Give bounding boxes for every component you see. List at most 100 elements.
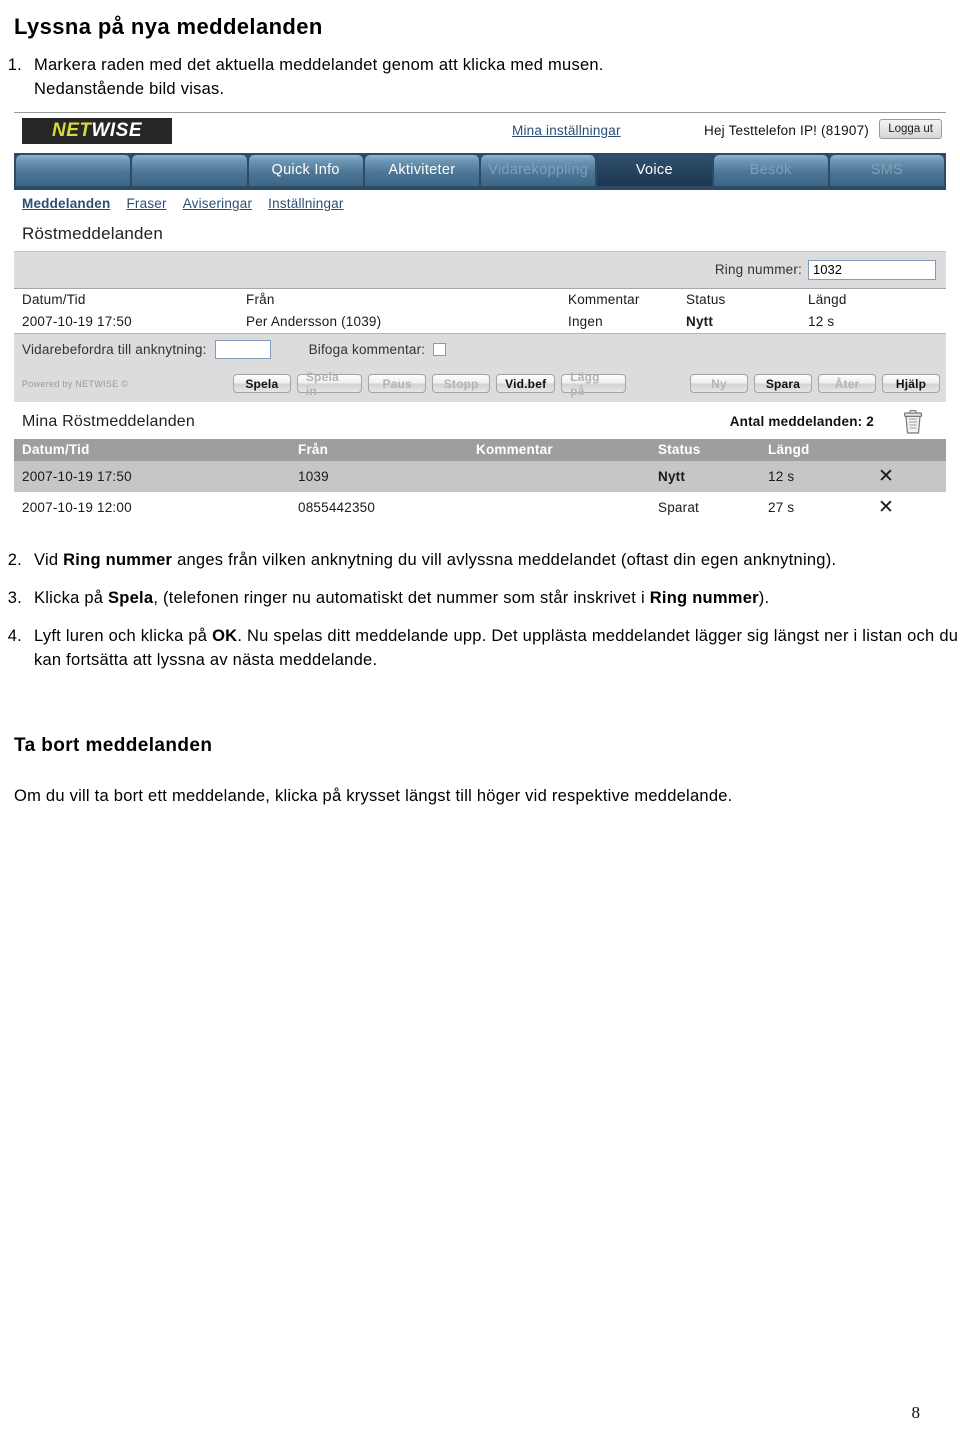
cell-datum: 2007-10-19 12:00 — [22, 499, 132, 515]
powered-by-text: Powered by NETWISE © — [22, 378, 129, 389]
step-number: 2. — [7, 550, 22, 569]
list-item-step-4: 4. Lyft luren och klicka på OK. Nu spela… — [0, 625, 960, 673]
step1-line1: Markera raden med det aktuella meddeland… — [34, 56, 604, 74]
list-item-step-1: 1. Markera raden med det aktuella meddel… — [0, 54, 960, 102]
cell-kommentar: Ingen — [568, 314, 603, 330]
attach-comment-checkbox[interactable] — [433, 343, 447, 357]
section-heading-ta-bort: Ta bort meddelanden — [14, 734, 213, 756]
document-page: Lyssna på nya meddelanden 1. Markera rad… — [0, 8, 960, 1422]
cell-fran: Per Andersson (1039) — [246, 314, 382, 330]
step-list-1: 1. Markera raden med det aktuella meddel… — [0, 54, 960, 102]
step-text: Lyft luren och klicka på OK. Nu spelas d… — [34, 625, 960, 673]
col-header-kommentar: Kommentar — [568, 292, 640, 308]
step4-bold: OK — [212, 626, 238, 645]
page-number: 8 — [911, 1403, 921, 1422]
cell-langd: 27 s — [768, 499, 795, 515]
my-messages-header-row: Datum/Tid Från Kommentar Status Längd — [14, 438, 946, 461]
ring-number-row: Ring nummer: — [14, 251, 946, 288]
stopp-button: Stopp — [432, 374, 491, 394]
step2-pre: Vid — [34, 550, 64, 569]
cell-datum: 2007-10-19 17:50 — [22, 314, 132, 330]
tab-quick-info[interactable]: Quick Info — [248, 154, 363, 186]
col-header-status: Status — [686, 292, 726, 308]
subnav-item-aviseringar[interactable]: Aviseringar — [183, 196, 252, 211]
cell-fran: 0855442350 — [298, 499, 376, 515]
cell-status: Nytt — [658, 468, 686, 484]
col-header-datum: Datum/Tid — [22, 292, 86, 308]
table-row[interactable]: 2007-10-19 17:50 1039 Nytt 12 s ✕ — [14, 460, 946, 492]
voicemail-panel: Ring nummer: Datum/Tid Från Kommentar St… — [14, 250, 946, 402]
step2-post: anges från vilken anknytning du vill avl… — [172, 550, 837, 569]
ring-number-label: Ring nummer: — [714, 262, 802, 278]
cell-datum: 2007-10-19 17:50 — [22, 468, 132, 484]
spela-button[interactable]: Spela — [232, 374, 291, 394]
hjalp-button[interactable]: Hjälp — [882, 374, 940, 394]
col-header-status: Status — [658, 442, 701, 458]
delete-message-icon[interactable]: ✕ — [878, 465, 938, 488]
cell-status: Sparat — [658, 499, 699, 515]
page-title: Lyssna på nya meddelanden — [14, 14, 323, 39]
logo-wise-text: WISE — [91, 119, 143, 141]
col-header-fran: Från — [298, 442, 329, 458]
tab-spacer-2 — [132, 154, 247, 186]
user-greeting: Hej Testtelefon IP! (81907) — [704, 122, 869, 138]
tab-vidarekoppling[interactable]: Vidarekoppling — [481, 154, 596, 186]
spela-in-button: Spela in — [296, 370, 363, 398]
voicemail-section-title: Röstmeddelanden — [22, 223, 163, 243]
tab-spacer-1 — [16, 154, 131, 186]
step-number: 4. — [7, 626, 22, 645]
logo-net-text: NET — [51, 119, 92, 141]
my-settings-link[interactable]: Mina inställningar — [512, 123, 621, 138]
table-row[interactable]: 2007-10-19 17:50 Per Andersson (1039) In… — [14, 311, 946, 333]
tab-voice[interactable]: Voice — [597, 154, 712, 186]
table-header-row: Datum/Tid Från Kommentar Status Längd — [14, 287, 946, 311]
step3-post: ). — [758, 588, 770, 607]
sub-navigation: Meddelanden Fraser Aviseringar Inställni… — [14, 189, 946, 214]
col-header-kommentar: Kommentar — [476, 442, 553, 458]
step1-line2: Nedanstående bild visas. — [34, 79, 225, 98]
vidbef-button[interactable]: Vid.bef — [496, 374, 556, 394]
attach-comment-label: Bifoga kommentar: — [308, 342, 426, 358]
step3-bold2: Ring nummer — [649, 588, 759, 607]
step3-pre: Klicka på — [34, 588, 109, 607]
ater-button: Åter — [818, 374, 876, 394]
step3-mid: , (telefonen ringer nu automatiskt det n… — [153, 588, 650, 607]
section-paragraph-ta-bort: Om du vill ta bort ett meddelande, klick… — [14, 786, 733, 805]
delete-message-icon[interactable]: ✕ — [878, 496, 938, 519]
netwise-app-screenshot: NET WISE Mina inställningar Hej Testtelef… — [14, 112, 946, 523]
tab-aktiviteter[interactable]: Aktiviteter — [364, 154, 479, 186]
paus-button: Paus — [368, 374, 427, 394]
spara-button[interactable]: Spara — [754, 374, 812, 394]
trash-icon[interactable] — [902, 409, 924, 435]
subnav-item-installningar[interactable]: Inställningar — [268, 196, 343, 211]
logout-button[interactable]: Logga ut — [879, 118, 942, 139]
cell-fran: 1039 — [298, 468, 329, 484]
list-item-step-3: 3. Klicka på Spela, (telefonen ringer nu… — [0, 587, 960, 611]
voicemail-detail-table: Datum/Tid Från Kommentar Status Längd 20… — [14, 287, 946, 333]
cell-langd: 12 s — [768, 468, 795, 484]
tab-sms[interactable]: SMS — [829, 154, 944, 186]
forward-extension-input[interactable] — [214, 340, 271, 360]
my-messages-title: Mina Röstmeddelanden — [22, 412, 195, 430]
cell-status: Nytt — [686, 314, 714, 330]
ny-button: Ny — [690, 374, 748, 394]
subnav-item-fraser[interactable]: Fraser — [126, 196, 166, 211]
netwise-logo: NET WISE — [22, 117, 172, 144]
forward-row: Vidarebefordra till anknytning: Bifoga k… — [14, 332, 946, 366]
ring-number-input[interactable] — [808, 259, 936, 280]
step4-pre: Lyft luren och klicka på — [34, 626, 213, 645]
col-header-langd: Längd — [768, 442, 810, 458]
table-row[interactable]: 2007-10-19 12:00 0855442350 Sparat 27 s … — [14, 491, 946, 523]
app-header: NET WISE Mina inställningar Hej Testtelef… — [14, 112, 946, 153]
my-messages-section: Mina Röstmeddelanden Antal meddelanden: … — [14, 401, 946, 523]
subnav-item-meddelanden[interactable]: Meddelanden — [22, 196, 110, 211]
step-number: 1. — [7, 56, 22, 74]
step-text: Vid Ring nummer anges från vilken anknyt… — [34, 549, 960, 573]
step3-bold1: Spela — [108, 588, 154, 607]
my-messages-header: Mina Röstmeddelanden Antal meddelanden: … — [14, 409, 946, 439]
col-header-fran: Från — [246, 292, 275, 308]
tab-besok[interactable]: Besök — [713, 154, 828, 186]
step-text: Markera raden med det aktuella meddeland… — [34, 54, 960, 102]
lagg-pa-button: Lägg på — [561, 370, 627, 398]
main-tab-bar: Quick Info Aktiviteter Vidarekoppling Vo… — [14, 152, 946, 186]
